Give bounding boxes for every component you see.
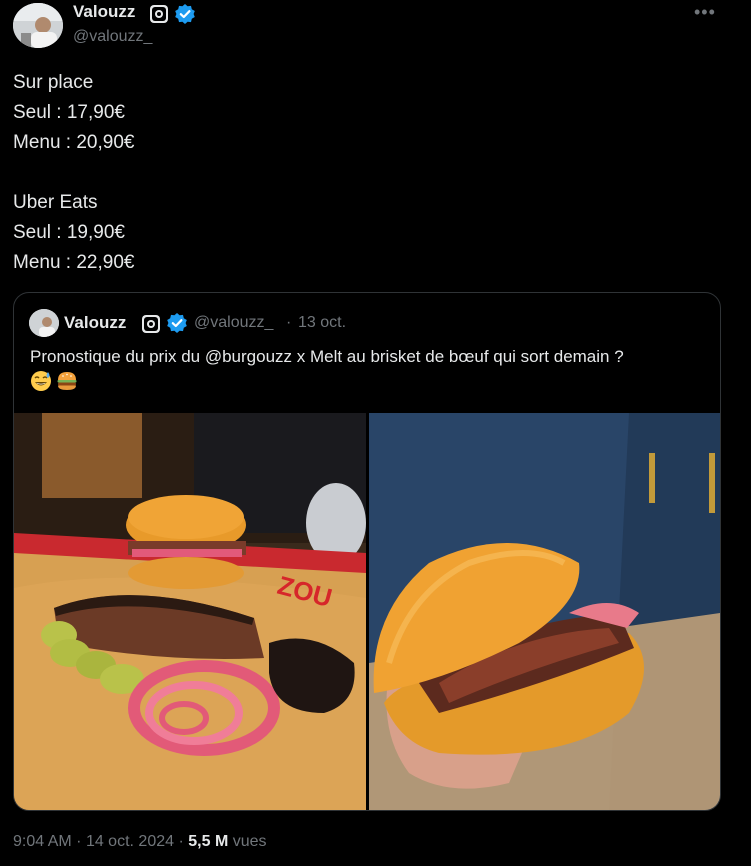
- post-time[interactable]: 9:04 AM: [13, 833, 72, 850]
- burger-emoji: [57, 372, 77, 390]
- quoted-tweet-card[interactable]: Valouzz @valouzz_ · 13 oct. Pronostique …: [13, 292, 721, 811]
- dot-separator: ·: [178, 833, 184, 850]
- sweat-smile-emoji: [31, 371, 51, 391]
- views-label: vues: [232, 833, 267, 850]
- more-icon[interactable]: •••: [694, 3, 724, 21]
- tweet-line: Sur place: [13, 72, 94, 93]
- post-date[interactable]: 14 oct. 2024: [86, 833, 174, 850]
- author-name[interactable]: Valouzz: [73, 2, 135, 22]
- tweet-line: Menu : 20,90€: [13, 132, 135, 153]
- verified-badge-icon[interactable]: [166, 312, 188, 334]
- tweet-metadata: 9:04 AM · 14 oct. 2024 · 5,5 M vues: [13, 833, 267, 851]
- burger-in-hand-photo[interactable]: [369, 413, 720, 810]
- eye-badge-icon: [150, 5, 168, 23]
- burger-tray-photo[interactable]: ZOU: [14, 413, 366, 810]
- emoji-row: [30, 370, 78, 396]
- eye-badge-icon: [142, 315, 160, 333]
- dot-separator: ·: [76, 833, 82, 850]
- quoted-text: Pronostique du prix du @burgouzz x Melt …: [30, 347, 624, 366]
- tweet-line: Uber Eats: [13, 192, 98, 213]
- verified-badge-icon[interactable]: [174, 3, 196, 25]
- tweet-line: Seul : 17,90€: [13, 102, 125, 123]
- views-count: 5,5 M: [188, 833, 229, 850]
- dot-separator: ·: [286, 314, 292, 331]
- quoted-author-handle[interactable]: @valouzz_: [194, 314, 273, 332]
- quoted-author-name[interactable]: Valouzz: [64, 313, 126, 333]
- author-avatar[interactable]: [13, 3, 63, 48]
- author-handle[interactable]: @valouzz_: [73, 28, 152, 46]
- quoted-date[interactable]: 13 oct.: [298, 314, 346, 332]
- quoted-author-avatar[interactable]: [29, 309, 59, 337]
- tweet-line: Menu : 22,90€: [13, 252, 135, 273]
- tweet-line: [13, 158, 134, 188]
- tweet-text: Sur place Seul : 17,90€ Menu : 20,90€ Ub…: [13, 68, 134, 278]
- tweet-line: Seul : 19,90€: [13, 222, 125, 243]
